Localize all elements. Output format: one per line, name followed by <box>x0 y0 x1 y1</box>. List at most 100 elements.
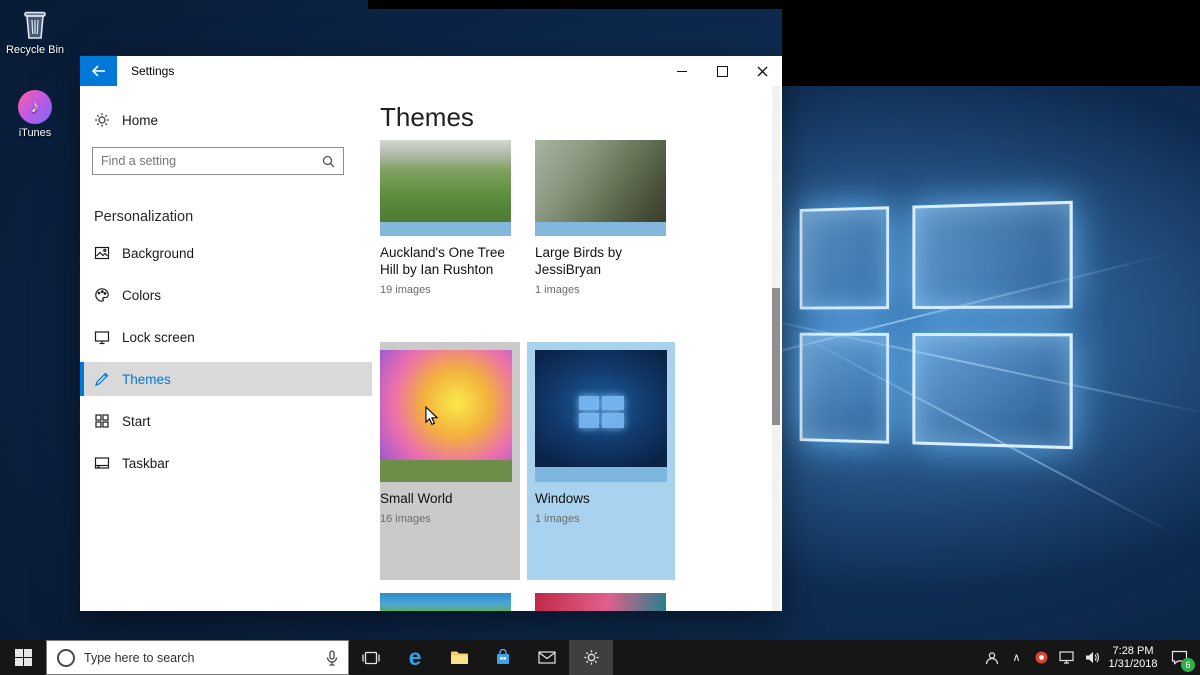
taskbar-search-box[interactable]: Type here to search <box>46 640 349 675</box>
network-icon <box>1059 651 1074 664</box>
theme-title: Windows <box>535 491 590 506</box>
close-icon <box>757 66 767 76</box>
theme-thumbnail-partial[interactable] <box>380 593 511 611</box>
mini-windows-logo <box>579 396 624 428</box>
microphone-icon[interactable] <box>326 649 338 666</box>
folder-icon <box>450 651 468 664</box>
gear-icon <box>94 112 110 128</box>
action-center-button[interactable]: 6 <box>1162 640 1196 675</box>
theme-image-count: 1 images <box>535 284 580 296</box>
logo-pane <box>912 332 1073 450</box>
settings-window: Settings Home Find a setting Personaliza… <box>80 56 782 611</box>
tray-overflow-button[interactable]: ∧ <box>1004 640 1029 675</box>
taskbar-icon <box>94 455 110 471</box>
sidebar-item-label: Themes <box>122 371 171 387</box>
windows-logo-wallpaper <box>799 200 1073 450</box>
palette-icon <box>94 287 110 303</box>
theme-title: Auckland's One Tree Hill by Ian Rushton <box>380 245 505 277</box>
music-note-icon: ♪ <box>30 97 40 116</box>
notification-badge: 6 <box>1181 658 1195 672</box>
theme-image-count: 1 images <box>535 513 580 525</box>
sidebar-item-background[interactable]: Background <box>80 236 372 270</box>
scrollbar-thumb[interactable] <box>772 288 780 425</box>
edge-icon: e <box>408 644 422 670</box>
theme-card-windows[interactable]: Windows 1 images <box>527 342 675 580</box>
maximize-icon <box>716 65 728 77</box>
network-button[interactable] <box>1054 640 1079 675</box>
theme-title: Small World <box>380 491 453 506</box>
sidebar-item-start[interactable]: Start <box>80 404 372 438</box>
logo-pane <box>799 332 890 444</box>
theme-thumbnail <box>380 350 512 482</box>
back-arrow-icon <box>91 65 105 77</box>
sidebar-item-colors[interactable]: Colors <box>80 278 372 312</box>
file-explorer-button[interactable] <box>437 640 481 675</box>
minimize-icon <box>677 70 687 72</box>
page-title: Themes <box>380 102 474 132</box>
monitor-lock-icon <box>94 329 110 345</box>
close-button[interactable] <box>742 56 782 86</box>
taskbar-spacer <box>613 640 979 675</box>
back-button[interactable] <box>80 56 117 86</box>
maximize-button[interactable] <box>702 56 742 86</box>
theme-image-count: 19 images <box>380 284 431 296</box>
windows-start-icon <box>14 649 32 666</box>
settings-search-box[interactable] <box>92 147 344 175</box>
window-titlebar[interactable]: Settings <box>80 56 782 86</box>
theme-color-swatch <box>535 222 666 236</box>
theme-color-swatch <box>535 467 667 482</box>
settings-taskbar-button[interactable] <box>569 640 613 675</box>
system-tray: ∧ 7:28 PM 1/31/2018 6 <box>979 640 1200 675</box>
people-button[interactable] <box>979 640 1004 675</box>
settings-sidebar: Home Personalization Background <box>80 86 372 611</box>
sidebar-item-label: Background <box>122 245 195 261</box>
desktop-icon-label: Recycle Bin <box>5 44 65 56</box>
minimize-button[interactable] <box>662 56 702 86</box>
sidebar-item-taskbar[interactable]: Taskbar <box>80 446 372 480</box>
sidebar-home-label: Home <box>122 112 159 128</box>
desktop-icon-recycle-bin[interactable]: Recycle Bin <box>0 7 70 56</box>
image-icon <box>94 245 110 261</box>
theme-thumbnail <box>535 350 667 482</box>
store-icon <box>497 649 509 664</box>
window-title: Settings <box>131 64 175 78</box>
letterbox-bar-top-right <box>782 0 1200 86</box>
store-button[interactable] <box>481 640 525 675</box>
logo-pane <box>799 206 890 310</box>
tray-app-button[interactable] <box>1029 640 1054 675</box>
logo-pane <box>912 200 1073 310</box>
taskbar: Type here to search e ∧ 7:28 PM 1/31/201… <box>0 640 1200 675</box>
theme-card-large-birds[interactable]: Large Birds by JessiBryan 1 images <box>535 140 685 296</box>
volume-button[interactable] <box>1079 640 1104 675</box>
theme-card-auckland[interactable]: Auckland's One Tree Hill by Ian Rushton … <box>380 140 530 296</box>
window-scrollbar[interactable] <box>772 86 780 611</box>
paintbrush-icon <box>94 371 110 387</box>
sidebar-item-label: Lock screen <box>122 329 195 345</box>
theme-image-count: 16 images <box>380 513 431 525</box>
clock-time: 7:28 PM <box>1112 644 1154 657</box>
mail-icon <box>538 651 556 664</box>
cortana-icon <box>57 648 75 667</box>
sidebar-item-label: Taskbar <box>122 455 170 471</box>
sidebar-item-label: Colors <box>122 287 162 303</box>
desktop-icon-itunes[interactable]: ♪ iTunes <box>0 90 70 139</box>
edge-button[interactable]: e <box>393 640 437 675</box>
sidebar-item-lock-screen[interactable]: Lock screen <box>80 320 372 354</box>
volume-icon <box>1085 652 1099 663</box>
desktop-icon-label: iTunes <box>18 127 52 139</box>
theme-thumbnail-foreground <box>380 460 512 482</box>
sidebar-item-home[interactable]: Home <box>94 108 158 132</box>
people-icon <box>985 651 998 664</box>
taskbar-clock[interactable]: 7:28 PM 1/31/2018 <box>1104 645 1162 671</box>
mail-button[interactable] <box>525 640 569 675</box>
clock-date: 1/31/2018 <box>1108 657 1158 670</box>
theme-thumbnail-partial[interactable] <box>535 593 666 611</box>
taskbar-search-placeholder: Type here to search <box>84 650 195 665</box>
theme-card-small-world[interactable]: Small World 16 images <box>380 342 520 580</box>
sidebar-item-themes[interactable]: Themes <box>80 362 372 396</box>
task-view-icon <box>362 651 380 664</box>
settings-search-input[interactable] <box>93 154 322 168</box>
task-view-button[interactable] <box>349 640 393 675</box>
start-button[interactable] <box>0 640 46 675</box>
itunes-icon: ♪ <box>18 90 52 124</box>
